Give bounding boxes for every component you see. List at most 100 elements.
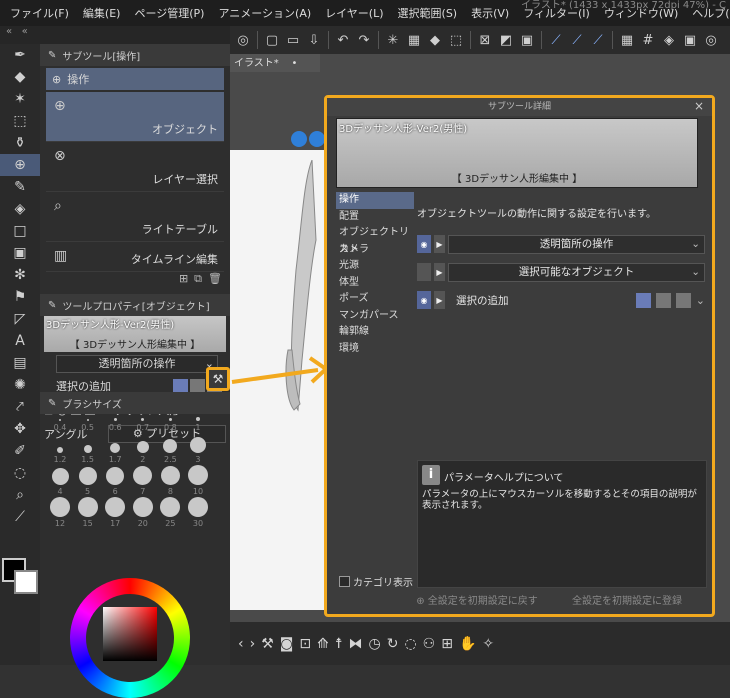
preset-pose-icon[interactable]: ⊞: [441, 636, 453, 652]
brush-size-25px[interactable]: 25: [158, 496, 182, 528]
rotate-icon[interactable]: ↻: [387, 636, 399, 652]
settings-icon[interactable]: ◎: [702, 31, 720, 49]
operation-tool-icon[interactable]: ⊕: [0, 154, 40, 176]
brush-size-17[interactable]: 1.7: [103, 432, 127, 464]
chevron-down-icon[interactable]: ⌄: [696, 294, 705, 307]
brush-size-17px[interactable]: 17: [103, 496, 127, 528]
brush-size-8[interactable]: 8: [158, 464, 182, 496]
undo-icon[interactable]: ↶: [334, 31, 352, 49]
sparkle-icon[interactable]: ✶: [0, 88, 40, 110]
brush-size-10[interactable]: 10: [186, 464, 210, 496]
category-light[interactable]: 光源: [336, 258, 414, 275]
figure-icon[interactable]: ⚑: [0, 286, 40, 308]
grid-icon[interactable]: ▦: [618, 31, 636, 49]
category-display-toggle[interactable]: カテゴリ表示: [339, 574, 413, 589]
subtool-light-table[interactable]: ⌕ ライトテーブル: [46, 192, 224, 242]
apply-icon[interactable]: ✧: [482, 636, 494, 652]
reset-defaults-button[interactable]: ⊕ 全設定を初期設定に戻す: [407, 592, 547, 608]
category-environment[interactable]: 環境: [336, 341, 414, 358]
brush-size-12px[interactable]: 12: [48, 496, 72, 528]
subtool-timeline-edit[interactable]: ▥ タイムライン編集: [46, 242, 224, 272]
transform-icon[interactable]: ⬚: [447, 31, 465, 49]
copy-subtool-icon[interactable]: ⧉: [194, 272, 202, 290]
color-square[interactable]: [103, 607, 157, 661]
fill-bucket-icon[interactable]: ◆: [426, 31, 444, 49]
register-defaults-button[interactable]: 全設定を初期設定に登録: [557, 592, 697, 608]
effect-line-icon[interactable]: ✺: [0, 374, 40, 396]
brush-size-25[interactable]: 2.5: [158, 432, 182, 464]
loading-icon[interactable]: ✳: [384, 31, 402, 49]
wrench-icon[interactable]: ⚒: [261, 636, 274, 652]
category-outline[interactable]: 輪郭線: [336, 324, 414, 341]
brush-size-06[interactable]: 0.6: [103, 400, 127, 432]
category-body-shape[interactable]: 体型: [336, 275, 414, 292]
pose-icon[interactable]: ☨: [335, 636, 343, 652]
category-object-list[interactable]: オブジェクトリスト: [336, 225, 414, 255]
next-icon[interactable]: ›: [250, 636, 256, 652]
transparent-op-combo[interactable]: 透明箇所の操作 ⌄: [448, 234, 705, 254]
pencil-icon[interactable]: ✎: [0, 176, 40, 198]
menu-page[interactable]: ページ管理(P): [134, 5, 204, 21]
correct-line-icon[interactable]: ⤤: [0, 396, 40, 418]
brush-size-07[interactable]: 0.7: [131, 400, 155, 432]
expand-arrow-icon[interactable]: ▶: [434, 235, 445, 253]
subtool-object[interactable]: ⊕ オブジェクト: [46, 92, 224, 142]
open-folder-icon[interactable]: ▭: [284, 31, 302, 49]
brush-size-08[interactable]: 0.8: [158, 400, 182, 432]
window-icon[interactable]: ▣: [681, 31, 699, 49]
brush-size-15[interactable]: 1.5: [76, 432, 100, 464]
fill-icon[interactable]: ◈: [0, 198, 40, 220]
expand-arrow-icon[interactable]: ▶: [434, 263, 445, 281]
transparent-op-dropdown[interactable]: 透明箇所の操作 ⌄: [56, 355, 218, 373]
hash-grid-icon[interactable]: #: [639, 31, 657, 49]
clear-icon[interactable]: ▦: [405, 31, 423, 49]
eyedropper-icon[interactable]: ⟋: [0, 506, 40, 528]
category-operation[interactable]: 操作: [336, 192, 414, 209]
brush-size-6[interactable]: 6: [103, 464, 127, 496]
brush-size-7[interactable]: 7: [131, 464, 155, 496]
flip-icon[interactable]: ⧓: [348, 636, 362, 652]
brush-size-5[interactable]: 5: [76, 464, 100, 496]
selectable-objects-combo[interactable]: 選択可能なオブジェクト ⌄: [448, 262, 705, 282]
eraser-icon[interactable]: ◆: [0, 66, 40, 88]
stabilizer-icon[interactable]: ⟋: [547, 31, 565, 49]
subtool-group-tab[interactable]: ⊕ 操作: [46, 68, 224, 90]
invert-selection-icon[interactable]: ◩: [497, 31, 515, 49]
redo-icon[interactable]: ↷: [355, 31, 373, 49]
close-icon[interactable]: ×: [694, 99, 704, 113]
text-icon[interactable]: A: [0, 330, 40, 352]
brush-icon[interactable]: ✐: [0, 440, 40, 462]
brush-size-1[interactable]: 1: [186, 400, 210, 432]
eye-off-icon[interactable]: [417, 263, 431, 281]
rectangle-icon[interactable]: □: [0, 220, 40, 242]
brush-size-15px[interactable]: 15: [76, 496, 100, 528]
subtool-detail-button[interactable]: ⚒: [206, 367, 230, 391]
reset-pose-icon[interactable]: ◷: [368, 636, 380, 652]
floor-icon[interactable]: ⟰: [317, 636, 329, 652]
canvas-tab[interactable]: イラスト* •: [230, 54, 320, 72]
brush-size-12[interactable]: 1.2: [48, 432, 72, 464]
gradient-icon[interactable]: ▣: [0, 242, 40, 264]
body-shape-icon[interactable]: ⚇: [423, 636, 436, 652]
zoom-icon[interactable]: ⌕: [0, 484, 40, 506]
eye-icon[interactable]: ◉: [417, 235, 431, 253]
category-placement[interactable]: 配置: [336, 209, 414, 226]
menu-view[interactable]: 表示(V): [471, 5, 509, 21]
camera-icon[interactable]: ◙: [280, 636, 294, 652]
category-manga-perspective[interactable]: マンガパース: [336, 308, 414, 325]
dropper-icon[interactable]: ⚱: [0, 132, 40, 154]
menu-animation[interactable]: アニメーション(A): [218, 5, 311, 21]
add-mode-toggle-button[interactable]: [675, 292, 691, 308]
stabilizer-3-icon[interactable]: ⟋: [589, 31, 607, 49]
menu-layer[interactable]: レイヤー(L): [325, 5, 383, 21]
brush-size-2[interactable]: 2: [131, 432, 155, 464]
add-subtool-icon[interactable]: ⊞: [179, 272, 188, 290]
brush-size-3[interactable]: 3: [186, 432, 210, 464]
new-file-icon[interactable]: ▢: [263, 31, 281, 49]
brush-size-05[interactable]: 0.5: [76, 400, 100, 432]
menu-selection[interactable]: 選択範囲(S): [398, 5, 458, 21]
deselect-icon[interactable]: ⊠: [476, 31, 494, 49]
layers-icon[interactable]: ◈: [660, 31, 678, 49]
pattern-icon[interactable]: ✻: [0, 264, 40, 286]
pen-icon[interactable]: ✒: [0, 44, 40, 66]
